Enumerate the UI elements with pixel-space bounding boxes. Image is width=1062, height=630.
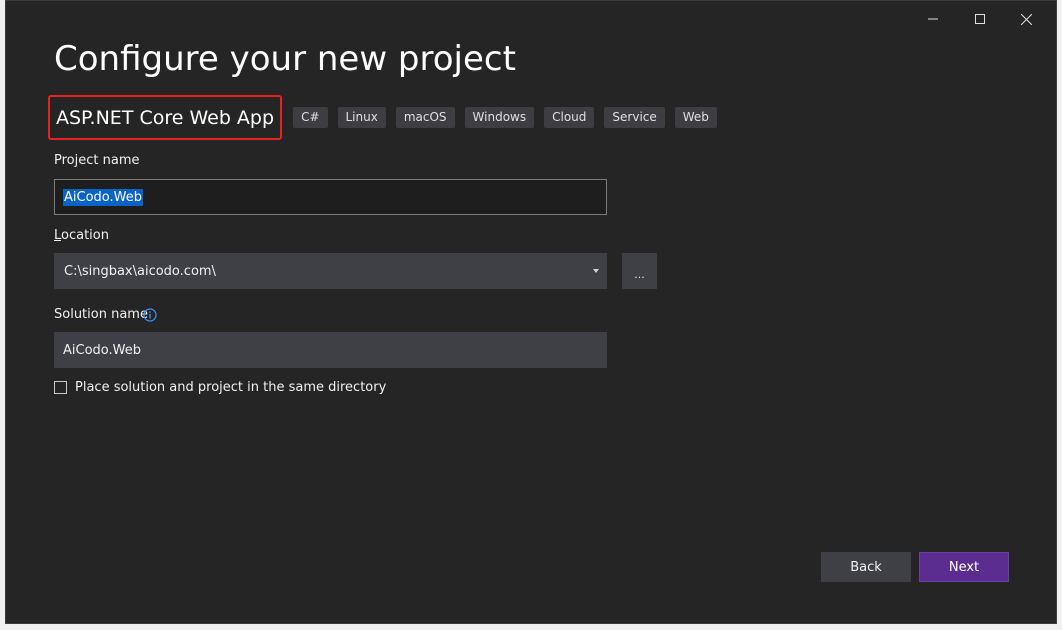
close-icon xyxy=(1021,13,1032,25)
dialog-window: Configure your new project ASP.NET Core … xyxy=(5,0,1057,624)
tag-cloud: Cloud xyxy=(544,107,595,128)
titlebar-controls xyxy=(909,5,1050,33)
solution-name-label: Solution name xyxy=(54,307,148,322)
location-value: C:\singbax\aicodo.com\ xyxy=(64,263,216,279)
template-tags: C# Linux macOS Windows Cloud Service Web xyxy=(293,107,727,128)
project-name-label: Project name xyxy=(54,153,140,168)
chevron-down-icon[interactable] xyxy=(593,269,599,273)
maximize-icon xyxy=(974,14,985,24)
maximize-button[interactable] xyxy=(956,5,1003,33)
project-name-input[interactable]: AiCodo.Web xyxy=(54,179,607,215)
info-icon[interactable] xyxy=(143,308,157,322)
same-directory-option[interactable]: Place solution and project in the same d… xyxy=(54,380,386,395)
tag-service: Service xyxy=(604,107,665,128)
tag-macos: macOS xyxy=(395,107,455,128)
browse-button[interactable]: ... xyxy=(622,253,657,289)
project-name-value: AiCodo.Web xyxy=(63,188,143,206)
tag-windows: Windows xyxy=(464,107,535,128)
close-button[interactable] xyxy=(1003,5,1050,33)
tag-web: Web xyxy=(674,107,717,128)
template-row: ASP.NET Core Web App C# Linux macOS Wind… xyxy=(48,95,727,140)
tag-linux: Linux xyxy=(337,107,386,128)
solution-name-value: AiCodo.Web xyxy=(63,342,141,358)
same-directory-checkbox[interactable] xyxy=(54,381,67,394)
next-button[interactable]: Next xyxy=(919,552,1009,582)
location-label: Location xyxy=(54,228,109,243)
back-button[interactable]: Back xyxy=(821,552,911,582)
same-directory-label: Place solution and project in the same d… xyxy=(75,380,387,395)
page-title: Configure your new project xyxy=(54,39,516,79)
minimize-button[interactable] xyxy=(909,5,956,33)
tag-csharp: C# xyxy=(293,107,328,128)
solution-name-input[interactable]: AiCodo.Web xyxy=(54,332,607,368)
minimize-icon xyxy=(927,18,938,20)
location-combobox[interactable]: C:\singbax\aicodo.com\ xyxy=(54,253,607,289)
template-name: ASP.NET Core Web App xyxy=(48,95,283,140)
